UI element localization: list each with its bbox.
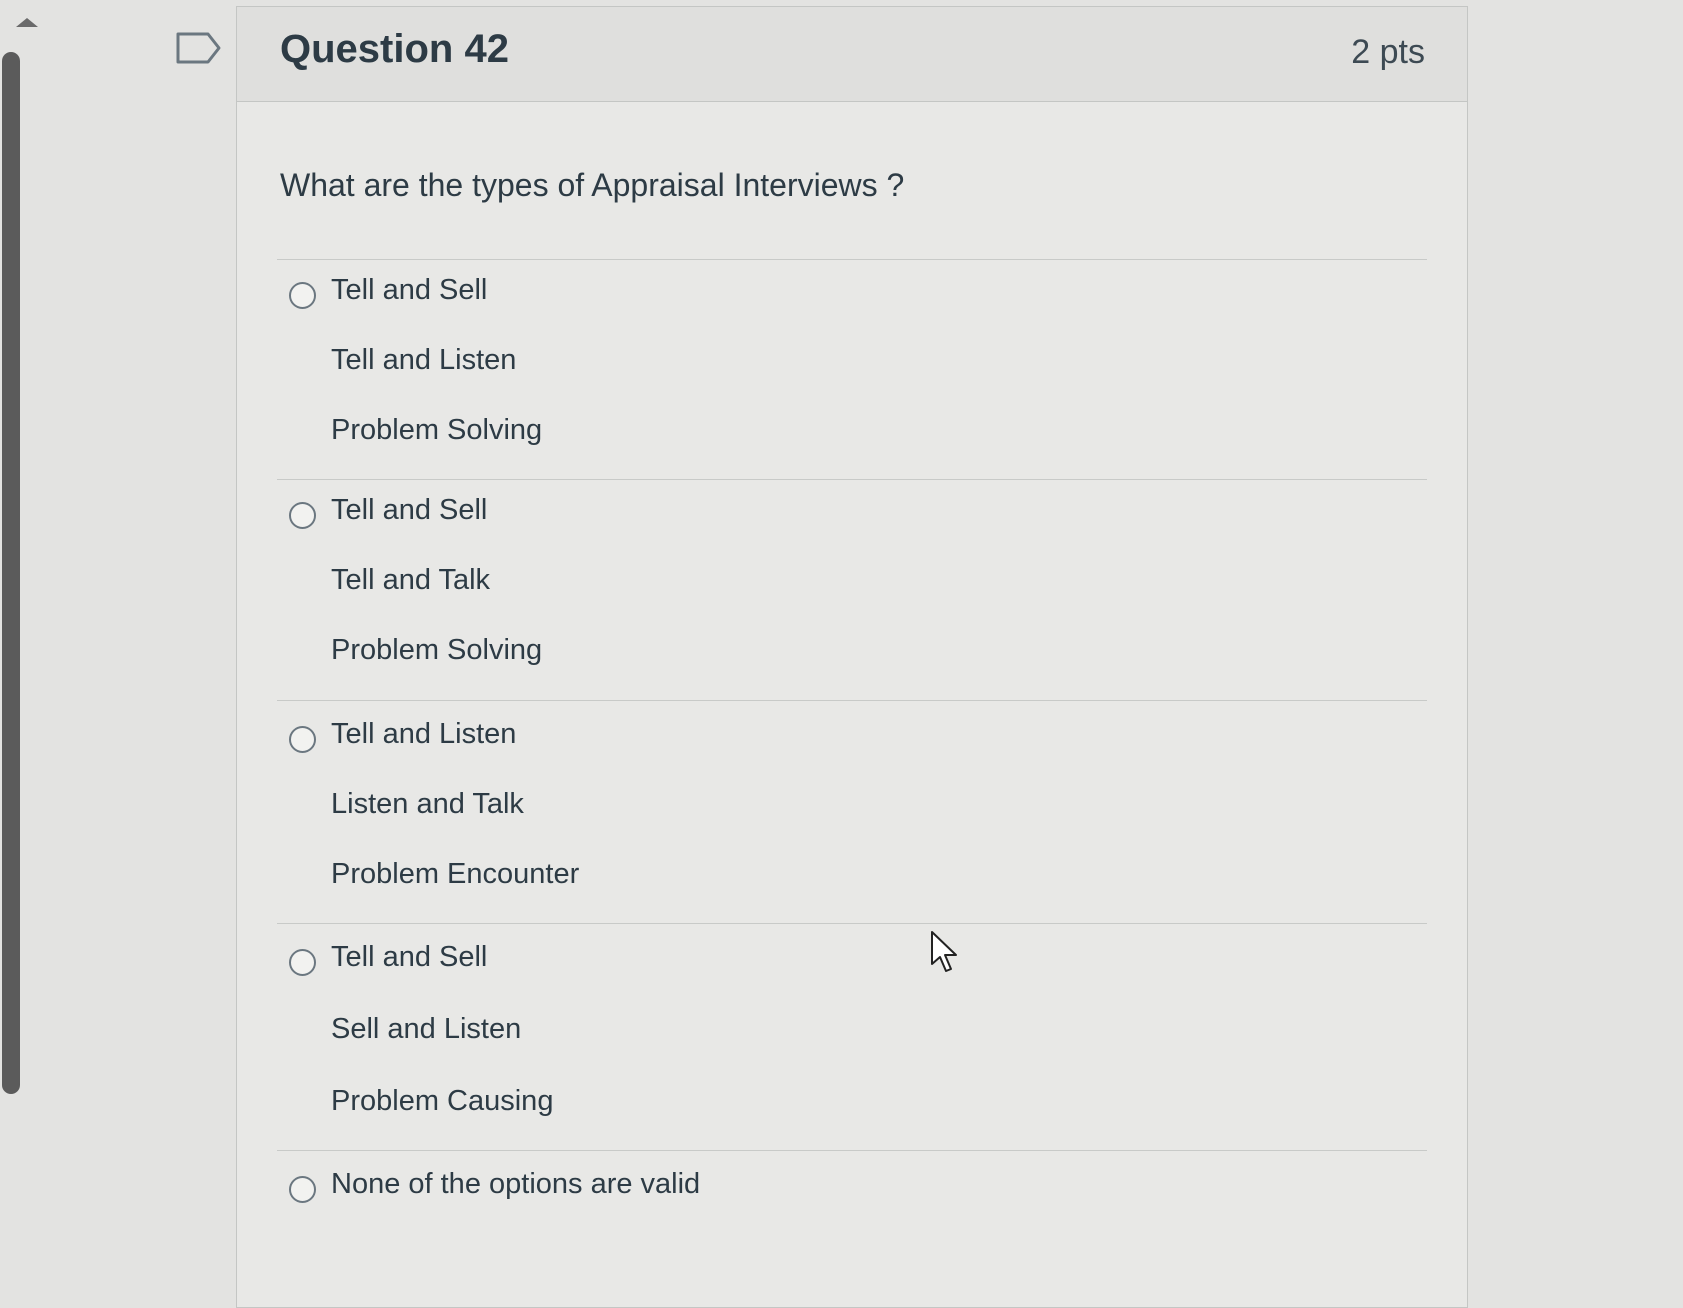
answer-list: Tell and Sell Tell and Listen Problem So… — [277, 259, 1427, 1251]
answer-line: Tell and Listen — [331, 718, 517, 750]
answer-line: Tell and Sell — [331, 494, 488, 526]
scroll-up-icon[interactable] — [16, 18, 38, 27]
flag-question-icon[interactable] — [176, 32, 222, 64]
answer-option-5[interactable]: None of the options are valid — [277, 1150, 1427, 1251]
answer-option-2[interactable]: Tell and Sell Tell and Talk Problem Solv… — [277, 479, 1427, 700]
radio-button[interactable] — [289, 502, 316, 529]
answer-line: Problem Solving — [331, 634, 543, 666]
radio-button[interactable] — [289, 949, 316, 976]
question-points: 2 pts — [1351, 33, 1425, 71]
answer-line: Problem Encounter — [331, 858, 580, 890]
answer-option-4[interactable]: Tell and Sell Sell and Listen Problem Ca… — [277, 923, 1427, 1150]
answer-option-1[interactable]: Tell and Sell Tell and Listen Problem So… — [277, 259, 1427, 479]
answer-line: Tell and Sell — [331, 941, 488, 973]
question-text: What are the types of Appraisal Intervie… — [280, 167, 905, 203]
question-card: Question 42 2 pts What are the types of … — [236, 6, 1468, 1308]
answer-line: None of the options are valid — [331, 1168, 701, 1200]
radio-button[interactable] — [289, 1176, 316, 1203]
answer-line: Tell and Listen — [331, 344, 517, 376]
radio-button[interactable] — [289, 726, 316, 753]
scrollbar-thumb[interactable] — [2, 52, 20, 1094]
answer-option-3[interactable]: Tell and Listen Listen and Talk Problem … — [277, 700, 1427, 923]
answer-line: Sell and Listen — [331, 1013, 522, 1045]
scrollbar[interactable] — [0, 0, 38, 1272]
question-title: Question 42 — [280, 27, 509, 71]
answer-line: Tell and Talk — [331, 564, 491, 596]
answer-line: Problem Causing — [331, 1085, 554, 1117]
radio-button[interactable] — [289, 282, 316, 309]
question-header: Question 42 2 pts — [237, 7, 1467, 102]
answer-line: Problem Solving — [331, 414, 543, 446]
answer-line: Tell and Sell — [331, 274, 488, 306]
mouse-pointer-icon — [931, 931, 957, 972]
answer-line: Listen and Talk — [331, 788, 524, 820]
